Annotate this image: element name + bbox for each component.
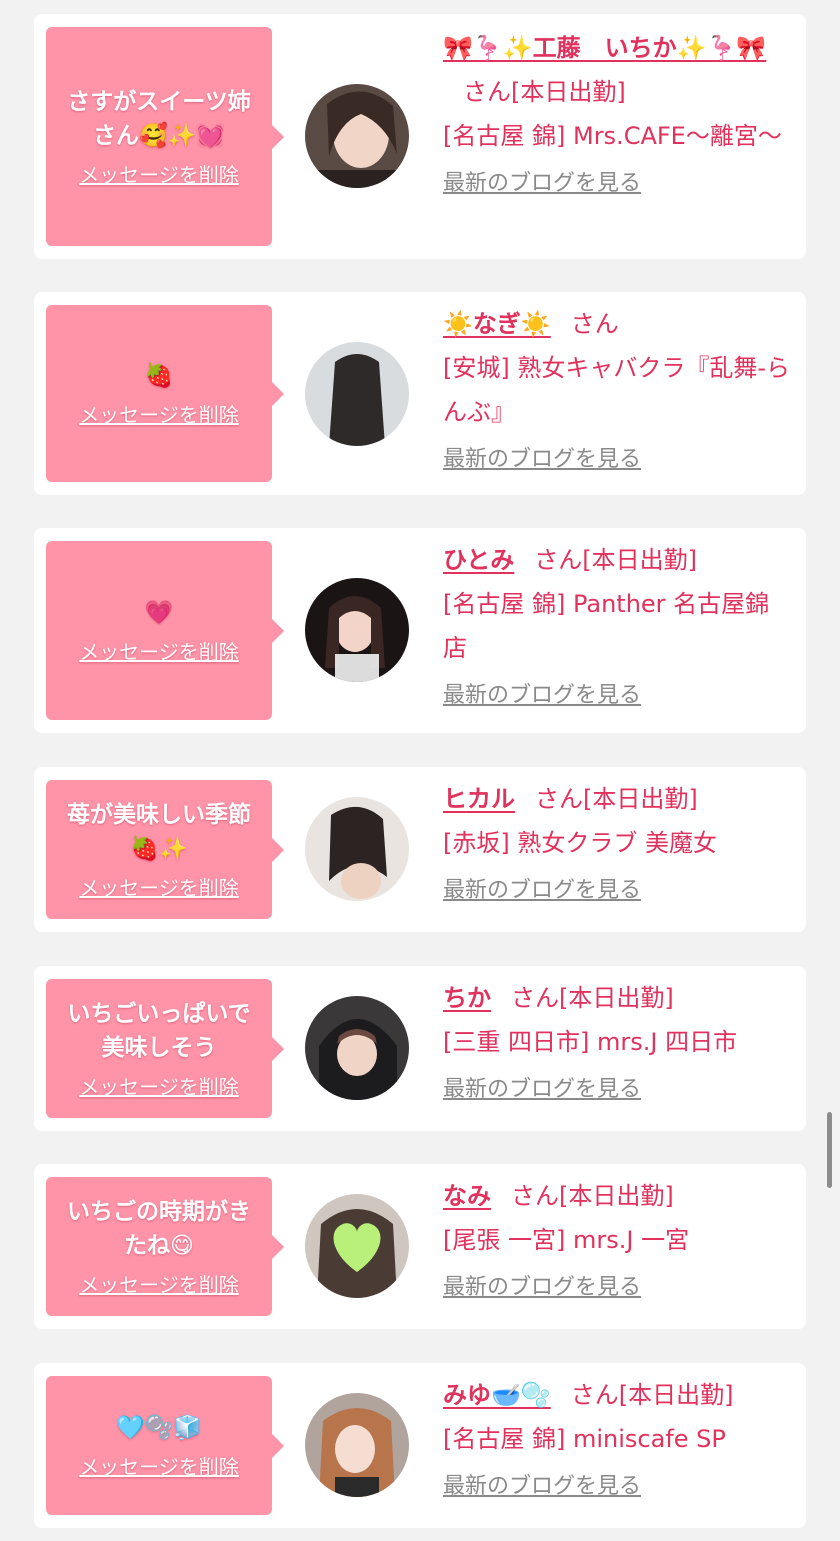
latest-blog-link[interactable]: 最新のブログを見る <box>443 1465 641 1509</box>
cast-status: さん[本日出勤] <box>463 78 626 106</box>
shop-name: [名古屋 錦] Mrs.CAFE～離宮～ <box>443 122 782 150</box>
message-text: さすがスイーツ姉さん🥰✨💓 <box>67 89 251 149</box>
latest-blog-link[interactable]: 最新のブログを見る <box>443 162 641 206</box>
message-bubble: 🍓 メッセージを削除 <box>46 305 284 482</box>
cast-name-link[interactable]: ちか <box>443 984 491 1012</box>
message-card: さすがスイーツ姉さん🥰✨💓 メッセージを削除 🎀🦩✨工藤 いちか✨🦩🎀 さん[本日… <box>34 14 806 259</box>
avatar[interactable] <box>305 996 409 1100</box>
message-card: いちごいっぱいで美味しそう メッセージを削除 ちか さん[本日出勤] [三重 四日… <box>34 966 806 1131</box>
latest-blog-link[interactable]: 最新のブログを見る <box>443 1068 641 1112</box>
message-card: いちごの時期がきたね😋 メッセージを削除 なみ さん[本日出勤] [尾張 一宮] … <box>34 1164 806 1329</box>
cast-status: さん[本日出勤] <box>570 1381 734 1409</box>
message-card: 💗 メッセージを削除 ひとみ さん[本日出勤] [名古屋 錦] Panther 名… <box>34 528 806 733</box>
delete-message-link[interactable]: メッセージを削除 <box>79 1451 239 1480</box>
avatar[interactable] <box>305 342 409 446</box>
shop-name: [赤坂] 熟女クラブ 美魔女 <box>443 829 717 857</box>
cast-name-link[interactable]: みゆ🥣🫧 <box>443 1381 551 1409</box>
message-card: 苺が美味しい季節🍓✨ メッセージを削除 ヒカル さん[本日出勤] [赤坂] 熟女ク… <box>34 767 806 932</box>
message-text: 💗 <box>144 600 174 626</box>
cast-status: さん[本日出勤] <box>535 785 698 813</box>
shop-name: [安城] 熟女キャバクラ『乱舞-らんぶ』 <box>443 354 791 426</box>
avatar[interactable] <box>305 1393 409 1497</box>
avatar-photo-image <box>305 342 409 446</box>
cast-name-link[interactable]: ひとみ <box>443 546 514 574</box>
cast-name-link[interactable]: なみ <box>443 1182 491 1210</box>
cast-name-link[interactable]: ☀️なぎ☀️ <box>443 310 551 338</box>
cast-name-link[interactable]: ヒカル <box>443 785 515 813</box>
shop-name: [名古屋 錦] miniscafe SP <box>443 1425 726 1453</box>
entry-info: ひとみ さん[本日出勤] [名古屋 錦] Panther 名古屋錦店 最新のブログ… <box>443 538 793 718</box>
entry-info: ちか さん[本日出勤] [三重 四日市] mrs.J 四日市 最新のブログを見る <box>443 976 793 1112</box>
avatar-photo-image <box>305 1393 409 1497</box>
delete-message-link[interactable]: メッセージを削除 <box>79 1071 239 1100</box>
message-text: 🩵🫧🧊 <box>116 1415 202 1441</box>
shop-name: [三重 四日市] mrs.J 四日市 <box>443 1028 738 1056</box>
delete-message-link[interactable]: メッセージを削除 <box>79 636 239 665</box>
avatar[interactable] <box>305 84 409 188</box>
avatar-photo-image <box>305 996 409 1100</box>
message-text: いちごの時期がきたね😋 <box>67 1199 251 1259</box>
avatar-photo-image <box>305 797 409 901</box>
cast-status: さん <box>570 310 619 338</box>
entry-info: なみ さん[本日出勤] [尾張 一宮] mrs.J 一宮 最新のブログを見る <box>443 1174 793 1310</box>
message-card: 🩵🫧🧊 メッセージを削除 みゆ🥣🫧 さん[本日出勤] [名古屋 錦] minisc… <box>34 1363 806 1528</box>
entry-info: 🎀🦩✨工藤 いちか✨🦩🎀 さん[本日出勤] [名古屋 錦] Mrs.CAFE～離宮… <box>443 26 793 206</box>
message-bubble: さすがスイーツ姉さん🥰✨💓 メッセージを削除 <box>46 27 284 246</box>
delete-message-link[interactable]: メッセージを削除 <box>79 399 239 428</box>
avatar[interactable] <box>305 797 409 901</box>
cast-status: さん[本日出勤] <box>511 1182 674 1210</box>
entry-info: ヒカル さん[本日出勤] [赤坂] 熟女クラブ 美魔女 最新のブログを見る <box>443 777 793 913</box>
message-text: いちごいっぱいで美味しそう <box>67 1001 251 1061</box>
avatar-photo-image <box>305 84 409 188</box>
message-bubble: 苺が美味しい季節🍓✨ メッセージを削除 <box>46 780 284 919</box>
entry-info: みゆ🥣🫧 さん[本日出勤] [名古屋 錦] miniscafe SP 最新のブログ… <box>443 1373 793 1509</box>
entry-info: ☀️なぎ☀️ さん [安城] 熟女キャバクラ『乱舞-らんぶ』 最新のブログを見る <box>443 302 793 482</box>
message-bubble: 💗 メッセージを削除 <box>46 541 284 720</box>
message-text: 🍓 <box>144 363 174 389</box>
message-bubble: 🩵🫧🧊 メッセージを削除 <box>46 1376 284 1515</box>
delete-message-link[interactable]: メッセージを削除 <box>79 159 239 188</box>
message-card: 🍓 メッセージを削除 ☀️なぎ☀️ さん [安城] 熟女キャバクラ『乱舞-らんぶ』… <box>34 292 806 495</box>
latest-blog-link[interactable]: 最新のブログを見る <box>443 438 641 482</box>
shop-name: [尾張 一宮] mrs.J 一宮 <box>443 1226 690 1254</box>
delete-message-link[interactable]: メッセージを削除 <box>79 1269 239 1298</box>
message-bubble: いちごの時期がきたね😋 メッセージを削除 <box>46 1177 284 1316</box>
avatar-photo-image <box>305 1194 409 1298</box>
message-bubble: いちごいっぱいで美味しそう メッセージを削除 <box>46 979 284 1118</box>
latest-blog-link[interactable]: 最新のブログを見る <box>443 674 641 718</box>
latest-blog-link[interactable]: 最新のブログを見る <box>443 869 641 913</box>
cast-status: さん[本日出勤] <box>511 984 674 1012</box>
delete-message-link[interactable]: メッセージを削除 <box>79 872 239 901</box>
shop-name: [名古屋 錦] Panther 名古屋錦店 <box>443 590 770 662</box>
avatar[interactable] <box>305 1194 409 1298</box>
scrollbar[interactable] <box>827 1112 832 1188</box>
avatar[interactable] <box>305 578 409 682</box>
cast-status: さん[本日出勤] <box>534 546 698 574</box>
message-text: 苺が美味しい季節🍓✨ <box>67 802 251 862</box>
cast-name-link[interactable]: 🎀🦩✨工藤 いちか✨🦩🎀 <box>443 34 766 62</box>
avatar-photo-image <box>305 578 409 682</box>
latest-blog-link[interactable]: 最新のブログを見る <box>443 1266 641 1310</box>
